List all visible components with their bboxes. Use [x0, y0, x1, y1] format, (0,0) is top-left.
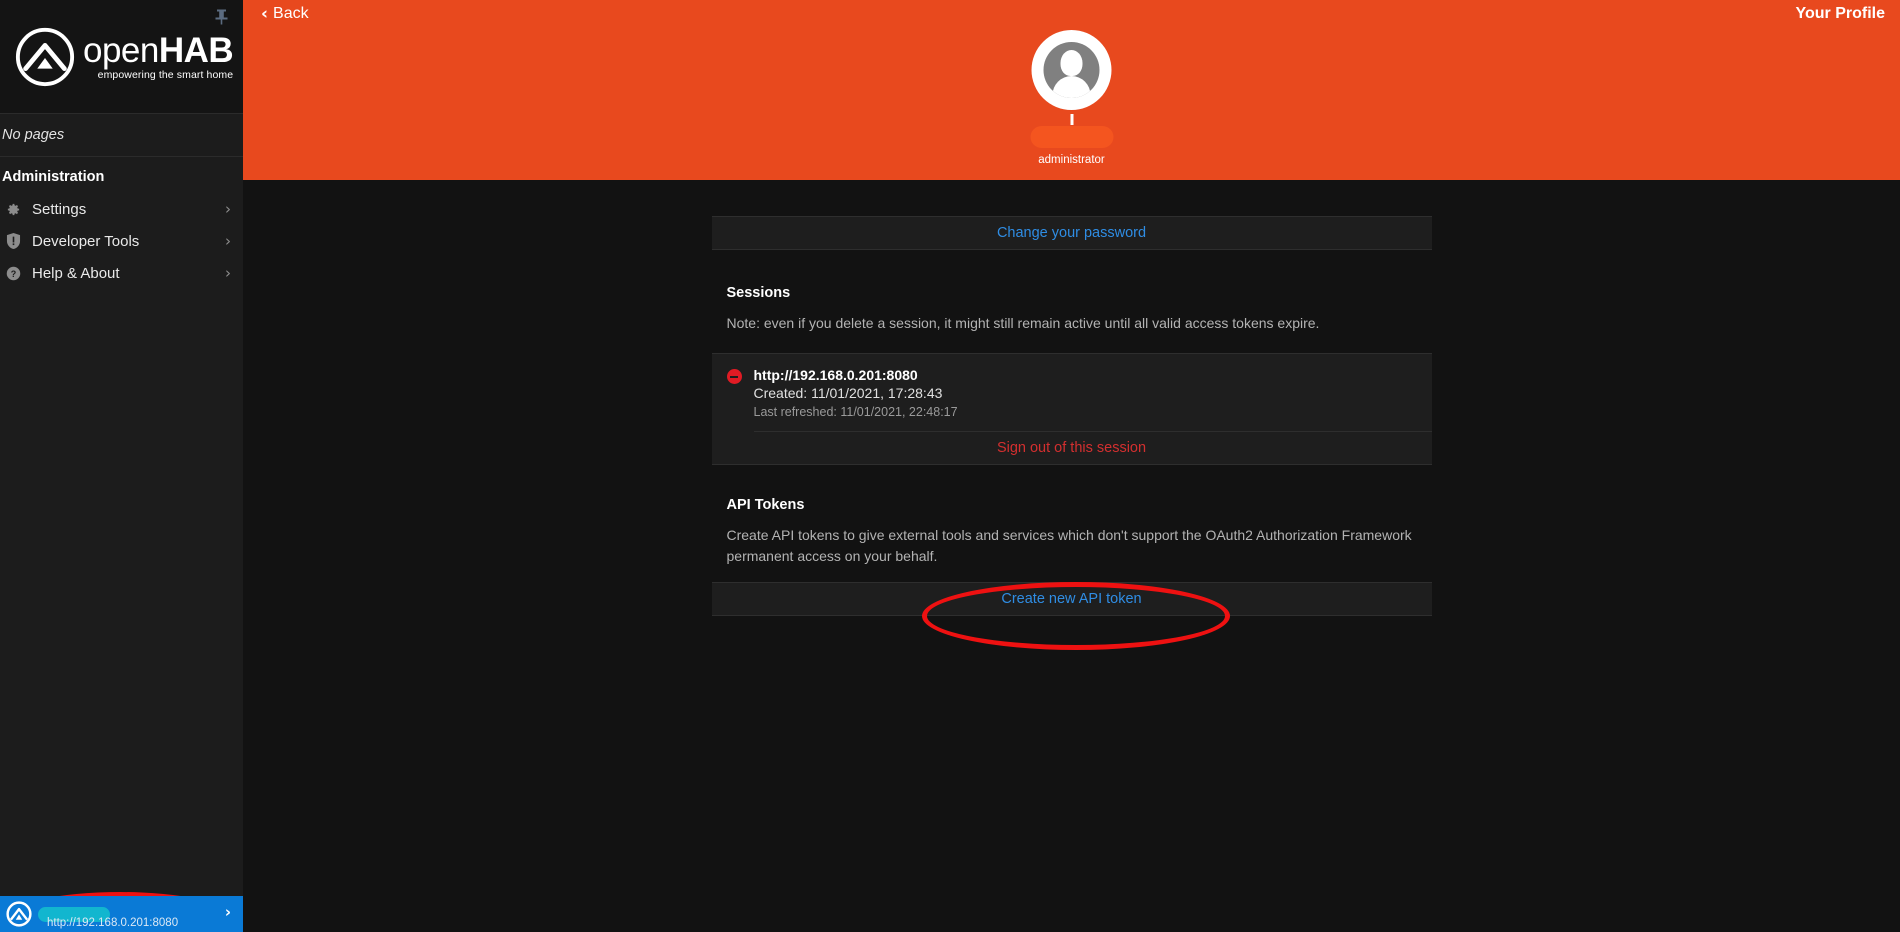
sign-out-session-label: Sign out of this session	[997, 440, 1146, 456]
taskbar-item[interactable]: http://192.168.0.201:8080 ›	[0, 896, 243, 932]
page-title: Your Profile	[1796, 5, 1886, 23]
avatar	[1032, 30, 1112, 110]
sidebar-item-label: Help & About	[32, 265, 225, 282]
main-area: ‹ Back Your Profile administrator	[243, 0, 1900, 932]
openhab-logo-icon	[14, 26, 76, 88]
session-created: Created: 11/01/2021, 17:28:43	[754, 384, 958, 403]
sessions-heading: Sessions	[712, 285, 1432, 301]
change-password-button[interactable]: Change your password	[712, 216, 1432, 250]
sessions-note: Note: even if you delete a session, it m…	[712, 313, 1432, 334]
back-label: Back	[273, 5, 309, 23]
create-api-token-button[interactable]: Create new API token	[712, 582, 1432, 616]
create-api-token-label: Create new API token	[1001, 591, 1141, 607]
openhab-circle-icon	[6, 901, 32, 927]
question-circle-icon: ?	[2, 266, 24, 281]
pin-sidebar-button[interactable]	[209, 5, 233, 29]
exclamation-shield-icon	[2, 233, 24, 249]
no-pages-label: No pages	[0, 114, 243, 156]
sidebar-item-developer-tools[interactable]: Developer Tools ›	[0, 225, 243, 257]
sidebar-section-administration: Administration	[0, 157, 243, 193]
content-column: Change your password Sessions Note: even…	[712, 180, 1432, 616]
api-tokens-heading: API Tokens	[712, 497, 1432, 513]
minus-circle-icon	[727, 369, 742, 384]
profile-header: administrator	[1030, 30, 1113, 166]
chevron-right-icon: ›	[225, 266, 231, 281]
app-root: openHAB empowering the smart home No pag…	[0, 0, 1900, 932]
gear-icon	[2, 202, 24, 217]
chevron-left-icon: ‹	[261, 6, 268, 23]
sidebar-item-label: Developer Tools	[32, 233, 225, 250]
session-url: http://192.168.0.201:8080	[754, 366, 958, 384]
sidebar-item-help-and-about[interactable]: ? Help & About ›	[0, 257, 243, 289]
username-caret	[1070, 114, 1073, 125]
svg-text:?: ?	[10, 268, 16, 278]
chevron-right-icon: ›	[225, 202, 231, 217]
user-role-label: administrator	[1038, 154, 1104, 166]
chevron-right-icon: ›	[225, 905, 231, 920]
api-tokens-description: Create API tokens to give external tools…	[712, 525, 1432, 567]
taskbar-url-label: http://192.168.0.201:8080	[47, 917, 178, 929]
back-button[interactable]: ‹ Back	[261, 5, 309, 23]
session-card: http://192.168.0.201:8080 Created: 11/01…	[712, 353, 1432, 465]
session-row[interactable]: http://192.168.0.201:8080 Created: 11/01…	[712, 354, 1432, 431]
pin-icon	[214, 8, 229, 26]
logo-tagline: empowering the smart home	[83, 69, 233, 81]
profile-navbar: ‹ Back Your Profile administrator	[243, 0, 1900, 180]
sidebar-nav: Administration Settings ›	[0, 157, 243, 932]
sidebar: openHAB empowering the smart home No pag…	[0, 0, 243, 932]
sign-out-session-button[interactable]: Sign out of this session	[712, 432, 1432, 464]
change-password-label: Change your password	[997, 225, 1146, 241]
username-placeholder-pill	[1030, 126, 1113, 148]
openhab-logo: openHAB empowering the smart home	[0, 0, 243, 113]
user-avatar-icon	[1044, 42, 1100, 98]
profile-content: Change your password Sessions Note: even…	[243, 180, 1900, 932]
sidebar-item-label: Settings	[32, 201, 225, 218]
sidebar-item-settings[interactable]: Settings ›	[0, 193, 243, 225]
session-last-refreshed: Last refreshed: 11/01/2021, 22:48:17	[754, 403, 958, 421]
chevron-right-icon: ›	[225, 234, 231, 249]
logo-wordmark: openHAB	[83, 34, 233, 68]
